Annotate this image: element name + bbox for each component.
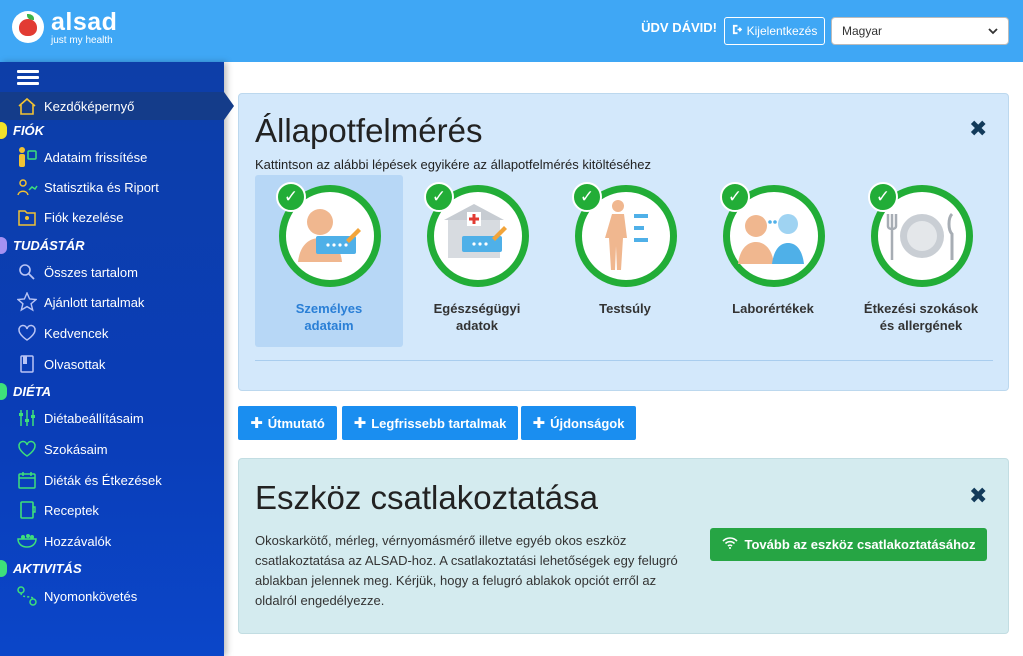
- sidebar-item-label: Nyomonkövetés: [44, 588, 138, 604]
- search-icon: [16, 261, 38, 283]
- sidebar-item-label: Diétabeállításaim: [44, 410, 144, 426]
- ingredients-icon: [16, 530, 38, 552]
- chevron-down-icon: [988, 24, 998, 38]
- logo-name: alsad: [51, 8, 118, 36]
- plus-icon: ✚: [532, 415, 546, 432]
- step-label: Személyes adataim: [295, 301, 363, 333]
- sidebar-item-label: Diéták és Étkezések: [44, 472, 162, 488]
- sidebar-item-home[interactable]: Kezdőképernyő: [0, 92, 234, 120]
- sidebar-item-label: Fiók kezelése: [44, 209, 124, 225]
- sidebar-item-label: Hozzávalók: [44, 533, 112, 549]
- top-bar: alsad just my health ÜDV DÁVID! Kijelent…: [0, 0, 1023, 62]
- sidebar-item-diets-meals[interactable]: Diéták és Étkezések: [0, 466, 224, 494]
- sidebar-item-tracking[interactable]: Nyomonkövetés: [0, 582, 224, 610]
- device-description: Okoskarkötő, mérleg, vérnyomásmérő illet…: [255, 533, 678, 608]
- language-value: Magyar: [842, 24, 883, 38]
- sidebar-item-label: Ajánlott tartalmak: [44, 294, 145, 310]
- check-icon: ✓: [720, 182, 750, 212]
- connect-device-button[interactable]: Tovább az eszköz csatlakoztatásához: [710, 528, 987, 561]
- sidebar-item-account[interactable]: Fiók kezelése: [0, 203, 224, 231]
- latest-content-button[interactable]: ✚ Legfrissebb tartalmak: [342, 406, 518, 440]
- person-update-icon: [16, 146, 38, 168]
- step-weight[interactable]: ✓ Testsúly: [551, 175, 699, 347]
- section-knowledge: TUDÁSTÁR: [0, 236, 224, 254]
- news-button[interactable]: ✚ Újdonságok: [521, 406, 636, 440]
- home-icon: [16, 95, 38, 117]
- sidebar-item-read[interactable]: Olvasottak: [0, 350, 224, 378]
- statistics-icon: [16, 176, 38, 198]
- book-icon: [16, 353, 38, 375]
- close-icon[interactable]: ✖: [969, 485, 987, 507]
- section-diet: DIÉTA: [0, 382, 224, 400]
- sidebar-item-label: Adataim frissítése: [44, 149, 148, 165]
- sidebar-item-all-content[interactable]: Összes tartalom: [0, 258, 224, 286]
- logout-icon: [732, 24, 743, 38]
- sidebar-item-label: Kedvencek: [44, 325, 109, 341]
- check-icon: ✓: [572, 182, 602, 212]
- sidebar-item-diet-settings[interactable]: Diétabeállításaim: [0, 404, 224, 432]
- star-icon: [16, 291, 38, 313]
- sidebar-item-recommended[interactable]: Ajánlott tartalmak: [0, 288, 224, 316]
- step-personal-data[interactable]: ✓ Személyes adataim: [255, 175, 403, 347]
- sidebar-item-label: Összes tartalom: [44, 264, 138, 280]
- folder-user-icon: [16, 206, 38, 228]
- sidebar-item-favorites[interactable]: Kedvencek: [0, 319, 224, 347]
- section-activity: AKTIVITÁS: [0, 559, 224, 577]
- step-health-data[interactable]: ✓ Egészségügyi adatok: [403, 175, 551, 347]
- step-label: Testsúly: [599, 301, 651, 316]
- menu-icon[interactable]: [17, 70, 39, 86]
- sidebar-item-label: Kezdőképernyő: [44, 98, 135, 114]
- sidebar-item-habits[interactable]: Szokásaim: [0, 435, 224, 463]
- route-icon: [16, 585, 38, 607]
- logout-button[interactable]: Kijelentkezés: [724, 17, 825, 45]
- apple-logo-icon: [12, 11, 44, 43]
- step-lab-values[interactable]: ✓ Laborértékek: [699, 175, 847, 347]
- heart-habits-icon: [16, 438, 38, 460]
- assessment-subtitle: Kattintson az alábbi lépések egyikére az…: [255, 157, 652, 172]
- device-connect-panel: Eszköz csatlakoztatása ✖ Okoskarkötő, mé…: [238, 458, 1009, 634]
- calendar-icon: [16, 469, 38, 491]
- recipe-book-icon: [16, 499, 38, 521]
- check-icon: ✓: [868, 182, 898, 212]
- step-label: Laborértékek: [732, 301, 814, 316]
- step-label: Étkezési szokások és allergének: [863, 301, 979, 333]
- sidebar-item-update-data[interactable]: Adataim frissítése: [0, 143, 224, 171]
- sidebar-item-statistics[interactable]: Statisztika és Riport: [0, 173, 224, 201]
- logout-label: Kijelentkezés: [746, 24, 818, 38]
- step-label: Egészségügyi adatok: [433, 301, 521, 333]
- close-icon[interactable]: ✖: [969, 118, 987, 140]
- sidebar: Kezdőképernyő FIÓK Adataim frissítése St…: [0, 62, 234, 656]
- sliders-icon: [16, 407, 38, 429]
- sidebar-item-label: Szokásaim: [44, 441, 108, 457]
- divider: [255, 360, 993, 361]
- section-account: FIÓK: [0, 121, 224, 139]
- check-icon: ✓: [424, 182, 454, 212]
- step-eating-habits[interactable]: ✓ Étkezési szokások és allergének: [847, 175, 995, 347]
- heart-icon: [16, 322, 38, 344]
- sidebar-item-ingredients[interactable]: Hozzávalók: [0, 527, 224, 555]
- sidebar-item-label: Statisztika és Riport: [44, 179, 159, 195]
- alsad-logo[interactable]: alsad just my health: [12, 8, 118, 47]
- sidebar-item-label: Olvasottak: [44, 356, 106, 372]
- assessment-title: Állapotfelmérés: [255, 112, 483, 149]
- sidebar-item-label: Receptek: [44, 502, 99, 518]
- check-icon: ✓: [276, 182, 306, 212]
- assessment-panel: Állapotfelmérés ✖ Kattintson az alábbi l…: [238, 93, 1009, 391]
- plus-icon: ✚: [353, 415, 367, 432]
- guide-button[interactable]: ✚ Útmutató: [238, 406, 337, 440]
- device-title: Eszköz csatlakoztatása: [255, 479, 598, 516]
- language-select[interactable]: Magyar: [831, 17, 1009, 45]
- user-greeting: ÜDV DÁVID!: [641, 20, 717, 35]
- wifi-icon: [721, 537, 738, 552]
- plus-icon: ✚: [250, 415, 263, 432]
- sidebar-item-recipes[interactable]: Receptek: [0, 496, 224, 524]
- logo-tagline: just my health: [51, 35, 113, 46]
